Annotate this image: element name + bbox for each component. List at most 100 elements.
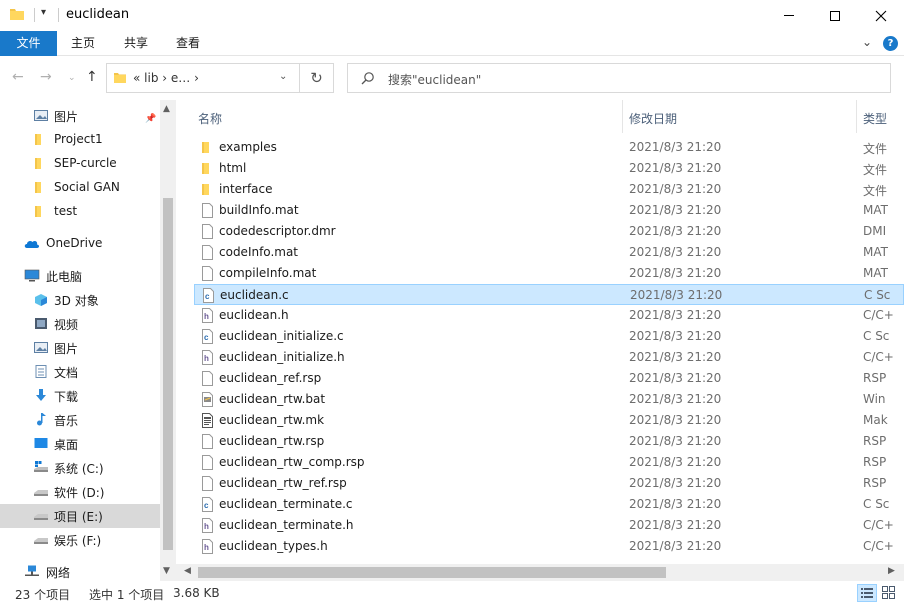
- file-row[interactable]: h euclidean_terminate.h 2021/8/3 21:20 C/C+: [194, 515, 904, 536]
- file-row[interactable]: h euclidean_types.h 2021/8/3 21:20 C/C+: [194, 536, 904, 557]
- file-name: interface: [219, 182, 273, 196]
- file-type: C/C+: [863, 350, 894, 364]
- help-icon[interactable]: ?: [883, 36, 898, 51]
- search-icon: [361, 72, 374, 85]
- sidebar-item-network[interactable]: 网络: [0, 560, 160, 581]
- close-button[interactable]: [858, 0, 904, 31]
- back-arrow-icon[interactable]: ←: [12, 69, 24, 85]
- forward-arrow-icon[interactable]: →: [40, 69, 52, 85]
- file-modified-date: 2021/8/3 21:20: [629, 203, 722, 217]
- sidebar-item-pictures[interactable]: 图片: [0, 336, 160, 360]
- scroll-left-icon[interactable]: ◀: [184, 566, 191, 576]
- file-name: euclidean_terminate.c: [219, 497, 353, 511]
- file-row[interactable]: html 2021/8/3 21:20 文件: [194, 158, 904, 179]
- up-arrow-icon[interactable]: ↑: [86, 69, 98, 85]
- file-row[interactable]: euclidean_rtw_ref.rsp 2021/8/3 21:20 RSP: [194, 473, 904, 494]
- sidebar-item-desktop[interactable]: 桌面: [0, 432, 160, 456]
- sidebar-item-onedrive[interactable]: OneDrive: [0, 232, 160, 256]
- tab-file[interactable]: 文件: [0, 31, 57, 56]
- sidebar-item-drive-d[interactable]: 软件 (D:): [0, 480, 160, 504]
- file-row[interactable]: codeInfo.mat 2021/8/3 21:20 MAT: [194, 242, 904, 263]
- file-row[interactable]: euclidean_rtw.rsp 2021/8/3 21:20 RSP: [194, 431, 904, 452]
- breadcrumb[interactable]: « lib › e… ›: [133, 71, 199, 85]
- file-row[interactable]: c euclidean_initialize.c 2021/8/3 21:20 C S…: [194, 326, 904, 347]
- sidebar-item-pictures-pinned[interactable]: 图片 📌: [0, 104, 160, 128]
- sidebar-item-drive-e[interactable]: 项目 (E:): [0, 504, 160, 528]
- file-row[interactable]: euclidean_rtw_comp.rsp 2021/8/3 21:20 RSP: [194, 452, 904, 473]
- minimize-button[interactable]: [766, 0, 812, 31]
- pin-icon[interactable]: 📌: [145, 114, 156, 124]
- scroll-up-icon[interactable]: ▲: [163, 104, 170, 114]
- sidebar-item-videos[interactable]: 视频: [0, 312, 160, 336]
- large-icons-view-button[interactable]: [879, 584, 899, 602]
- scroll-right-icon[interactable]: ▶: [888, 566, 895, 576]
- sidebar-item-label: 软件 (D:): [54, 486, 105, 500]
- nav-scrollbar[interactable]: ▲ ▼: [160, 100, 176, 581]
- file-row[interactable]: euclidean_ref.rsp 2021/8/3 21:20 RSP: [194, 368, 904, 389]
- sidebar-item-drive-f[interactable]: 娱乐 (F:): [0, 528, 160, 552]
- address-dropdown-icon[interactable]: ⌄: [279, 71, 287, 82]
- c-file-icon: c: [202, 288, 215, 303]
- file-row[interactable]: compileInfo.mat 2021/8/3 21:20 MAT: [194, 263, 904, 284]
- folder-icon: [35, 206, 41, 217]
- folder-icon: [35, 158, 41, 169]
- chevron-down-icon[interactable]: ⌄: [862, 35, 872, 49]
- address-box[interactable]: « lib › e… › ⌄: [106, 63, 300, 93]
- sidebar-item-label: 桌面: [54, 438, 79, 452]
- file-type: MAT: [863, 245, 888, 259]
- customize-quick-access-icon[interactable]: ▾: [41, 7, 46, 18]
- sidebar-item-social-gan[interactable]: Social GAN: [0, 176, 160, 200]
- column-divider[interactable]: [856, 100, 857, 133]
- file-row[interactable]: interface 2021/8/3 21:20 文件: [194, 179, 904, 200]
- file-modified-date: 2021/8/3 21:20: [629, 392, 722, 406]
- search-input[interactable]: 搜索"euclidean": [347, 63, 891, 93]
- folder-icon: [201, 161, 214, 176]
- recent-locations-icon[interactable]: ⌄: [68, 73, 76, 83]
- drive-icon: [34, 514, 48, 520]
- document-icon: [35, 365, 47, 378]
- details-view-button[interactable]: [857, 584, 877, 602]
- c-file-icon: c: [201, 329, 214, 344]
- file-row[interactable]: c euclidean.c 2021/8/3 21:20 C Sc: [194, 284, 904, 305]
- sidebar-item-this-pc[interactable]: 此电脑: [0, 264, 160, 288]
- sidebar-item-downloads[interactable]: 下载: [0, 384, 160, 408]
- file-icon: [201, 266, 214, 281]
- file-row[interactable]: examples 2021/8/3 21:20 文件: [194, 137, 904, 158]
- tab-view[interactable]: 查看: [165, 31, 211, 56]
- tab-share[interactable]: 共享: [113, 31, 159, 56]
- file-row[interactable]: euclidean_rtw.mk 2021/8/3 21:20 Mak: [194, 410, 904, 431]
- sidebar-item-project1[interactable]: Project1: [0, 128, 160, 152]
- file-row[interactable]: c euclidean_terminate.c 2021/8/3 21:20 C Sc: [194, 494, 904, 515]
- scroll-thumb[interactable]: [198, 567, 666, 578]
- column-header-date[interactable]: 修改日期: [629, 110, 677, 127]
- scroll-thumb[interactable]: [163, 198, 173, 550]
- maximize-button[interactable]: [812, 0, 858, 31]
- file-row[interactable]: h euclidean_initialize.h 2021/8/3 21:20 C/C…: [194, 347, 904, 368]
- sidebar-item-label: 图片: [54, 342, 79, 356]
- file-row[interactable]: h euclidean.h 2021/8/3 21:20 C/C+: [194, 305, 904, 326]
- sidebar-item-drive-c[interactable]: 系统 (C:): [0, 456, 160, 480]
- sidebar-item-label: test: [54, 204, 78, 218]
- system-drive-icon: [34, 461, 48, 472]
- column-header-name[interactable]: 名称: [198, 110, 222, 127]
- sidebar-item-documents[interactable]: 文档: [0, 360, 160, 384]
- maximize-icon: [830, 10, 840, 21]
- sidebar-item-3d-objects[interactable]: 3D 对象: [0, 288, 160, 312]
- scroll-down-icon[interactable]: ▼: [163, 566, 170, 576]
- sidebar-item-label: 此电脑: [46, 270, 83, 284]
- file-modified-date: 2021/8/3 21:20: [629, 539, 722, 553]
- sidebar-item-sep-curcle[interactable]: SEP-curcle: [0, 152, 160, 176]
- file-row[interactable]: codedescriptor.dmr 2021/8/3 21:20 DMI: [194, 221, 904, 242]
- sidebar-item-music[interactable]: 音乐: [0, 408, 160, 432]
- horizontal-scrollbar[interactable]: ◀ ▶: [176, 564, 904, 581]
- column-header-type[interactable]: 类型: [863, 110, 887, 127]
- file-name: buildInfo.mat: [219, 203, 299, 217]
- file-row[interactable]: buildInfo.mat 2021/8/3 21:20 MAT: [194, 200, 904, 221]
- refresh-button[interactable]: ↻: [300, 63, 334, 93]
- file-row[interactable]: euclidean_rtw.bat 2021/8/3 21:20 Win: [194, 389, 904, 410]
- svg-text:h: h: [204, 543, 209, 552]
- column-divider[interactable]: [622, 100, 623, 133]
- drive-icon: [34, 538, 48, 544]
- tab-home[interactable]: 主页: [60, 31, 106, 56]
- sidebar-item-test[interactable]: test: [0, 200, 160, 224]
